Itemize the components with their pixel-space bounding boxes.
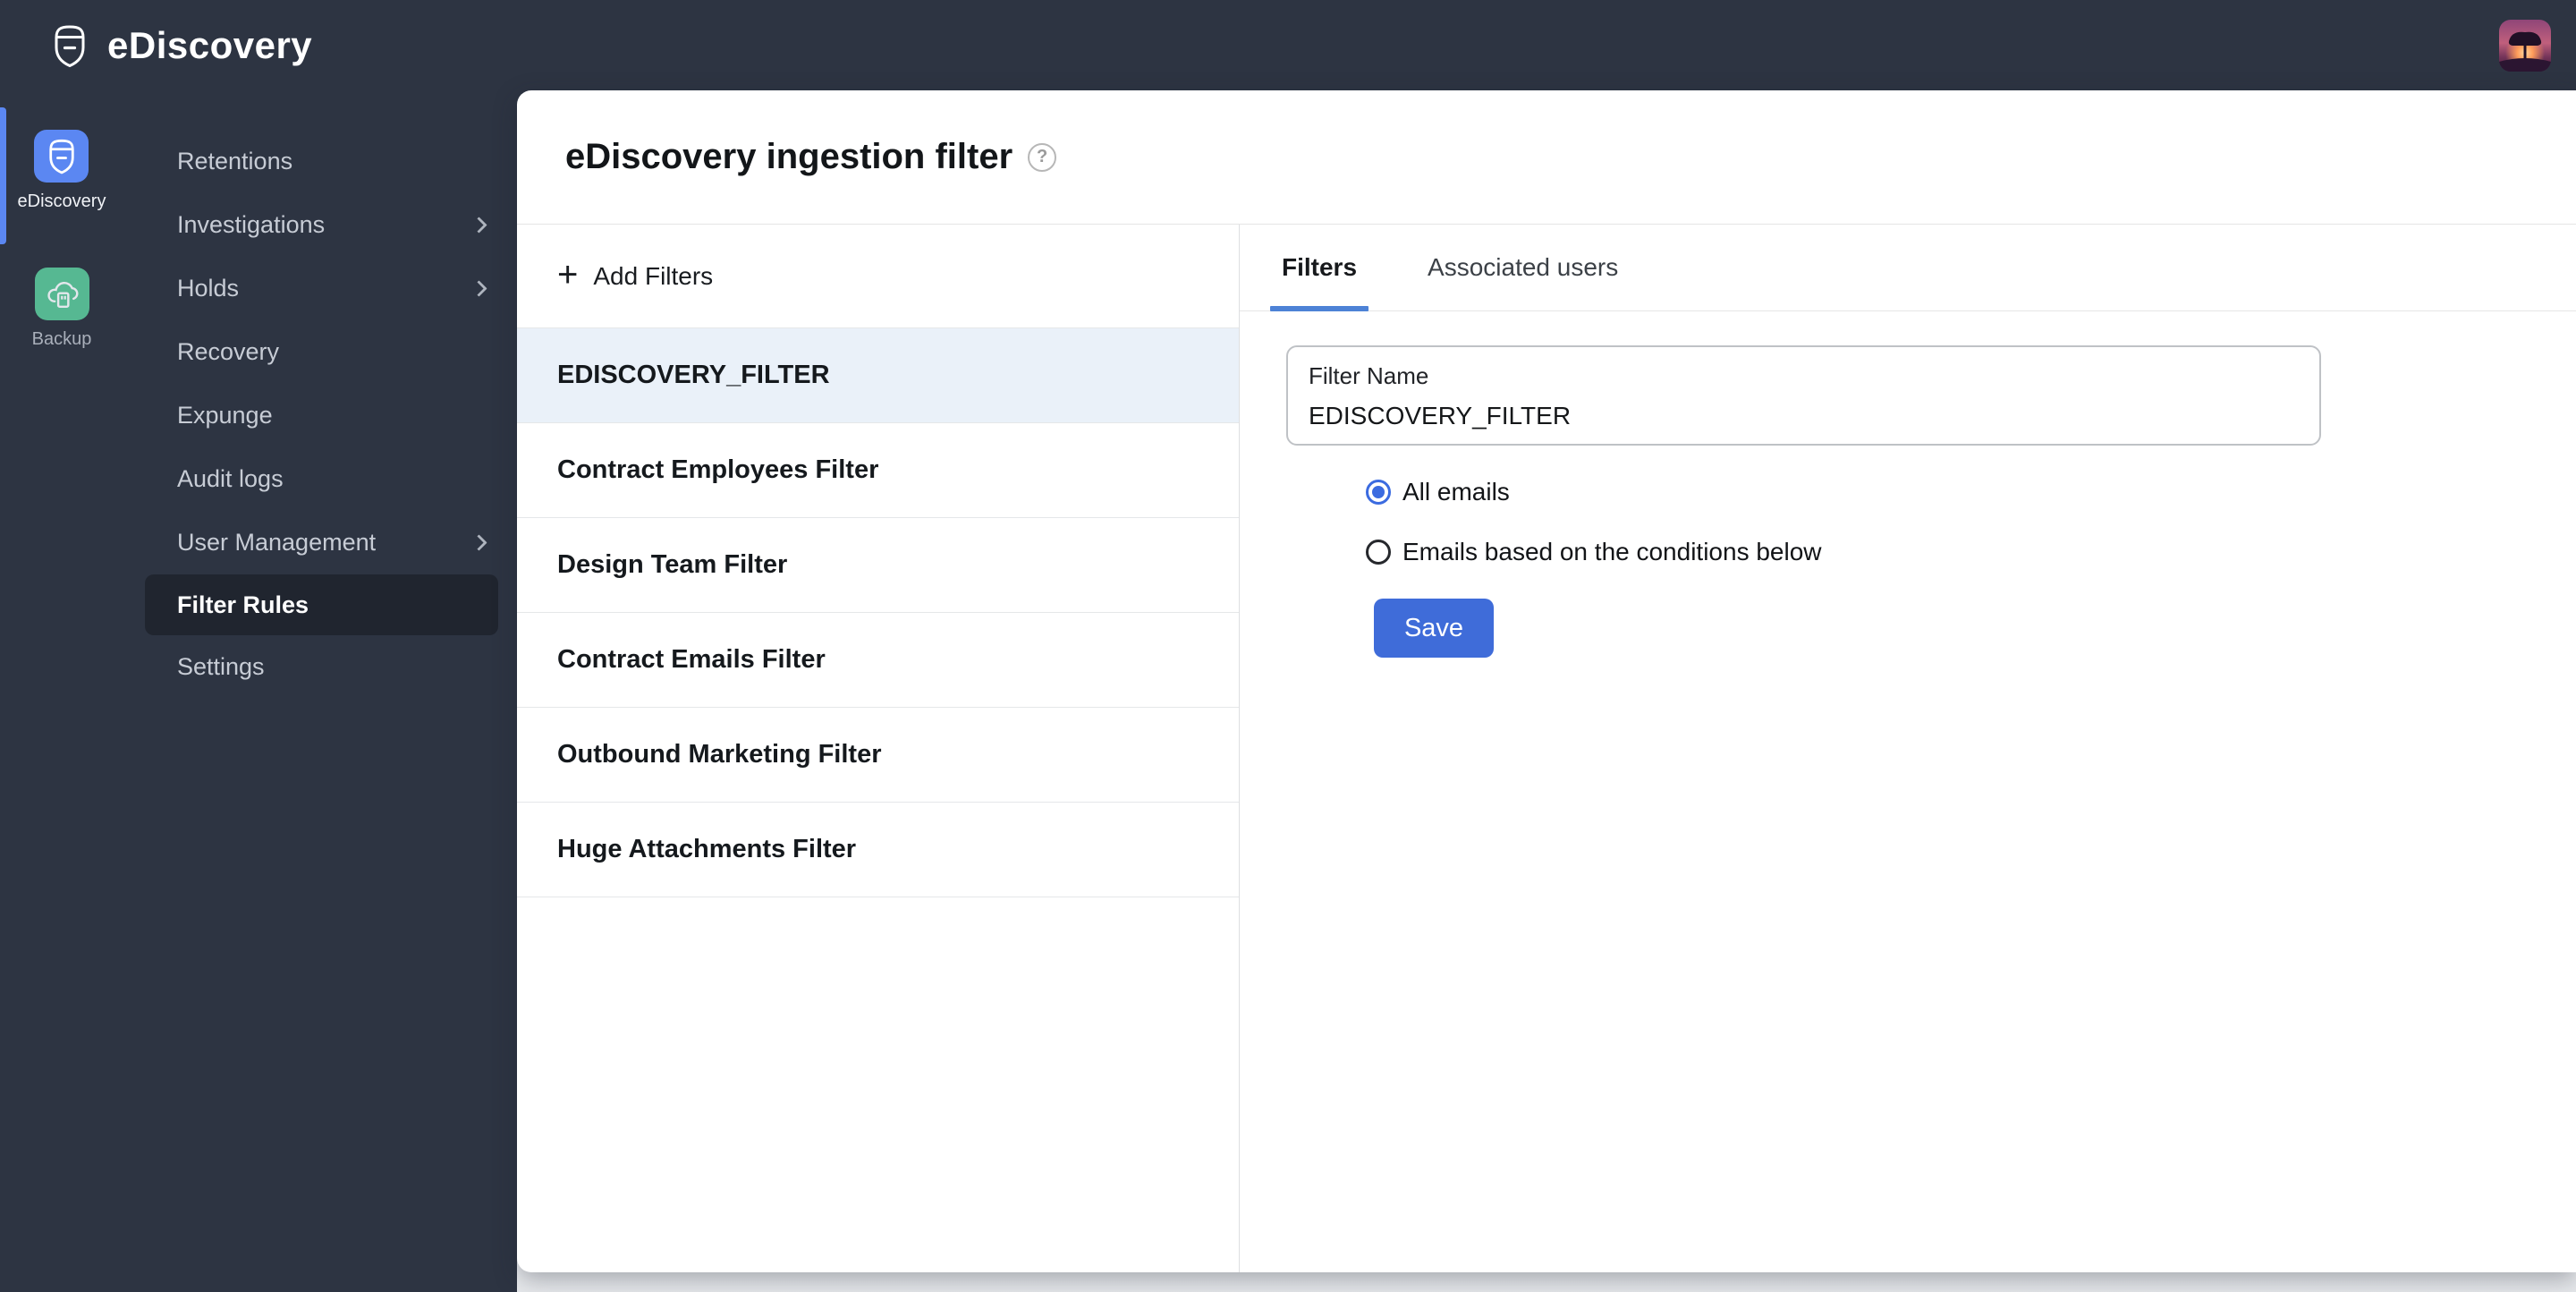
sidebar-item-label: User Management [177, 529, 377, 556]
sidebar-item-audit-logs[interactable]: Audit logs [123, 447, 517, 511]
chevron-right-icon [470, 534, 487, 551]
sidebar-item-investigations[interactable]: Investigations [123, 193, 517, 257]
sidebar-item-settings[interactable]: Settings [123, 635, 517, 699]
chevron-right-icon [470, 217, 487, 234]
ediscovery-shield-icon [34, 130, 89, 183]
sidebar-item-label: Expunge [177, 402, 273, 429]
app-logo-shield-icon [50, 23, 89, 68]
user-avatar[interactable] [2499, 19, 2551, 72]
sidebar-item-expunge[interactable]: Expunge [123, 384, 517, 447]
topbar: eDiscovery [0, 0, 2576, 90]
filter-list-item[interactable]: Outbound Marketing Filter [517, 708, 1239, 803]
filter-name: Contract Emails Filter [557, 645, 826, 674]
filter-name: Huge Attachments Filter [557, 835, 857, 863]
filter-detail-panel: Filters Associated users Filter Name EDI… [1240, 225, 2576, 1272]
help-icon[interactable]: ? [1028, 142, 1057, 172]
add-filters-label: Add Filters [593, 261, 714, 290]
filter-name: Contract Employees Filter [557, 455, 879, 484]
sidebar-item-label: Settings [177, 653, 265, 680]
rail-item-backup[interactable]: Backup [31, 268, 92, 350]
filter-list-item[interactable]: Design Team Filter [517, 518, 1239, 613]
filter-name-label: Filter Name [1309, 362, 1429, 389]
filter-name-value[interactable]: EDISCOVERY_FILTER [1309, 402, 2299, 430]
page-title: eDiscovery ingestion filter [565, 137, 1013, 176]
active-app-indicator [0, 107, 6, 244]
page-header: eDiscovery ingestion filter ? [517, 90, 2576, 225]
sidebar-item-label: Audit logs [177, 465, 284, 492]
sidebar-item-label: Recovery [177, 338, 280, 365]
icon-rail: eDiscovery Backup [0, 90, 123, 1292]
detail-tabs: Filters Associated users [1240, 225, 2576, 311]
filter-list-item[interactable]: Contract Emails Filter [517, 613, 1239, 708]
sidebar-item-user-management[interactable]: User Management [123, 511, 517, 574]
filter-name: EDISCOVERY_FILTER [557, 361, 830, 389]
sidebar-item-retentions[interactable]: Retentions [123, 130, 517, 193]
backup-cloud-icon [34, 268, 89, 320]
rail-item-ediscovery[interactable]: eDiscovery [18, 130, 106, 212]
radio-label: All emails [1402, 478, 1510, 506]
sidebar-item-filter-rules[interactable]: Filter Rules [145, 574, 498, 635]
plus-icon: + [557, 254, 579, 294]
tab-filters[interactable]: Filters [1269, 225, 1369, 311]
sidebar-item-label: Filter Rules [177, 591, 309, 618]
filter-list-item[interactable]: Huge Attachments Filter [517, 803, 1239, 897]
filter-name: Outbound Marketing Filter [557, 740, 882, 769]
radio-all-emails[interactable]: All emails [1366, 478, 2576, 506]
content-card: eDiscovery ingestion filter ? + Add Filt… [517, 90, 2576, 1272]
tab-associated-users[interactable]: Associated users [1428, 225, 1618, 310]
sidebar-item-label: Retentions [177, 148, 293, 174]
sidebar-item-label: Investigations [177, 211, 326, 238]
chevron-right-icon [470, 280, 487, 297]
filter-list-item[interactable]: Contract Employees Filter [517, 423, 1239, 518]
app-title: eDiscovery [107, 23, 313, 66]
filter-list-item[interactable]: EDISCOVERY_FILTER [517, 328, 1239, 423]
rail-item-label: eDiscovery [17, 191, 106, 211]
sidebar-item-recovery[interactable]: Recovery [123, 320, 517, 384]
sidebar-item-label: Holds [177, 275, 240, 302]
radio-label: Emails based on the conditions below [1402, 538, 1822, 565]
sidebar-item-holds[interactable]: Holds [123, 257, 517, 320]
radio-selected-icon [1366, 480, 1391, 505]
save-button[interactable]: Save [1374, 599, 1494, 658]
filter-name-field[interactable]: Filter Name EDISCOVERY_FILTER [1286, 345, 2321, 446]
filter-list-panel: + Add Filters EDISCOVERY_FILTER Contract… [517, 225, 1240, 1272]
rail-item-label: Backup [31, 329, 92, 349]
filter-name: Design Team Filter [557, 550, 788, 579]
sidebar: Retentions Investigations Holds Recovery… [123, 90, 517, 1292]
radio-conditions-based[interactable]: Emails based on the conditions below [1366, 538, 2576, 566]
radio-unselected-icon [1366, 540, 1391, 565]
add-filters-button[interactable]: + Add Filters [517, 225, 1239, 328]
filter-detail-form: Filter Name EDISCOVERY_FILTER All emails… [1240, 311, 2576, 658]
